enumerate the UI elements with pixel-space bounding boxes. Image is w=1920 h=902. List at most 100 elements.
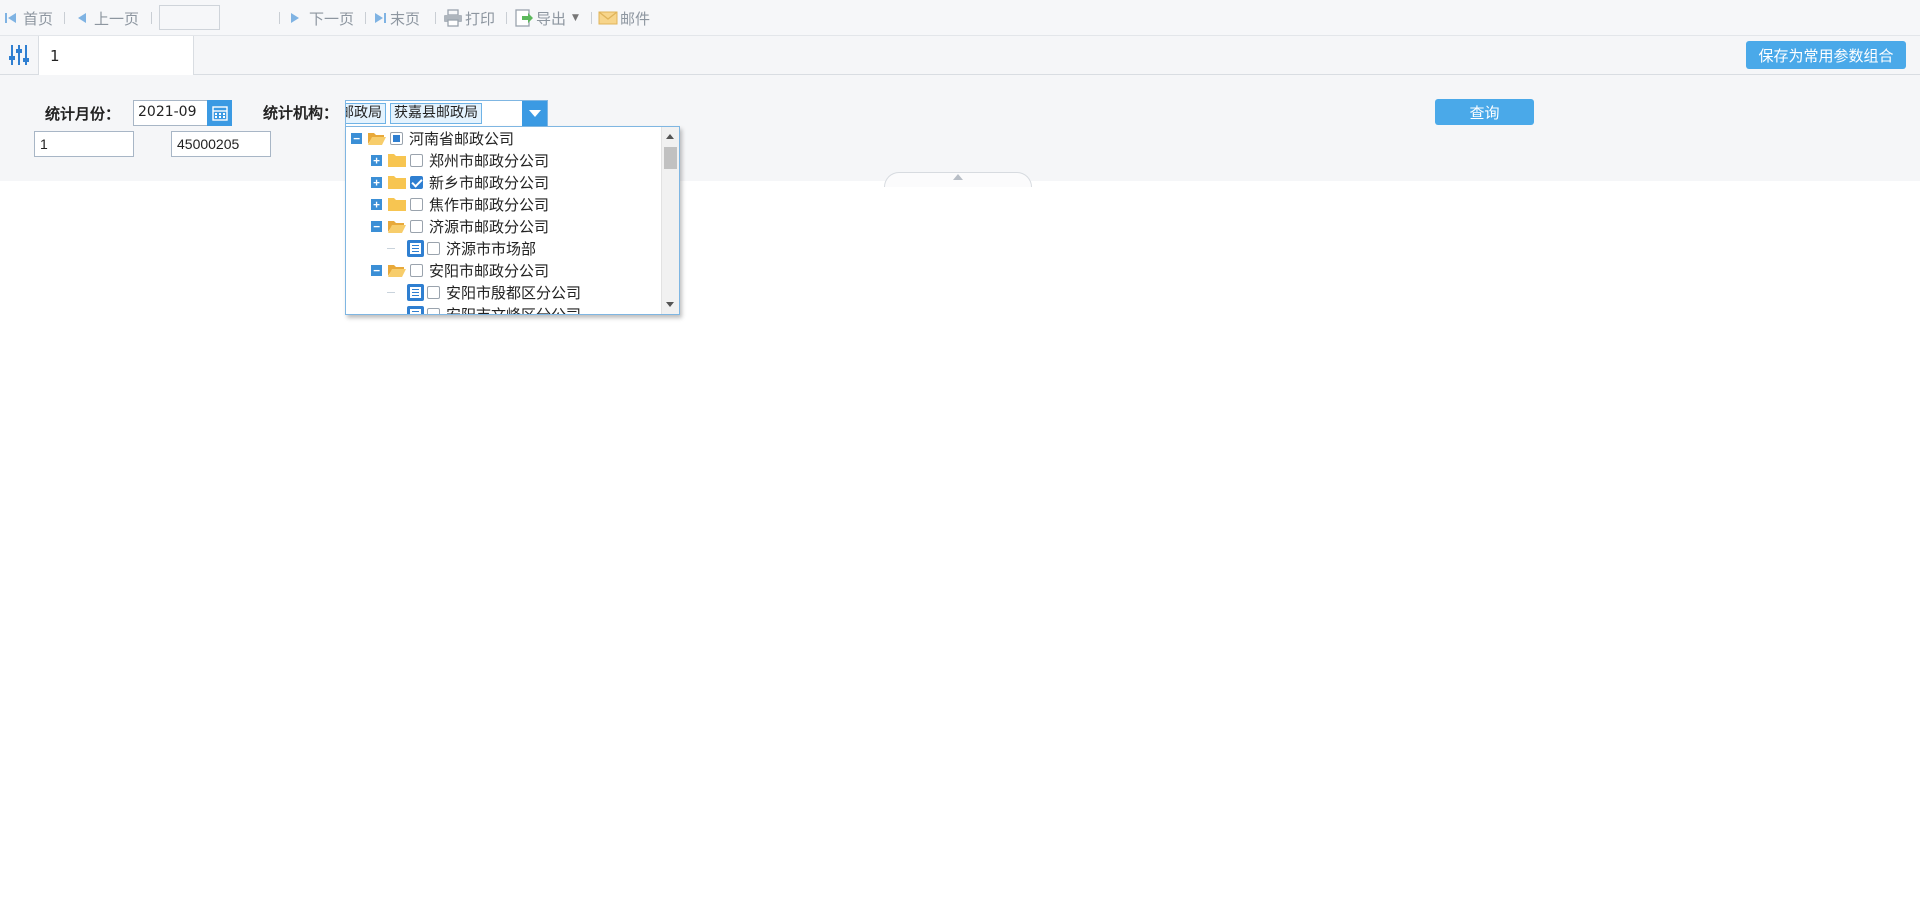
collapse-icon[interactable]: − [371, 264, 382, 276]
prev-page-icon [78, 13, 86, 23]
expand-icon[interactable]: + [371, 176, 382, 188]
next-page-button[interactable]: 下一页 [289, 8, 354, 28]
folder-open-icon [388, 221, 406, 233]
scrollbar-thumb[interactable] [664, 147, 677, 169]
chevron-down-icon: ▼ [572, 13, 579, 23]
next-page-label: 下一页 [309, 9, 355, 28]
toolbar-divider [435, 12, 436, 24]
collapse-icon[interactable]: − [371, 220, 382, 232]
dropdown-arrow-icon[interactable] [522, 101, 547, 126]
last-page-label: 末页 [390, 9, 421, 28]
page-number-input[interactable] [159, 5, 220, 30]
org-tag[interactable]: 获嘉县邮政局 [390, 103, 482, 124]
scroll-up-icon[interactable] [666, 134, 674, 139]
toolbar-divider [64, 12, 65, 24]
document-icon [407, 283, 424, 301]
month-date-field[interactable]: 2021-09 [133, 100, 232, 126]
first-page-icon [5, 13, 16, 23]
tree-node-label: 安阳市殷都区分公司 [446, 283, 582, 302]
toolbar-divider [151, 12, 152, 24]
tree-node[interactable]: 安阳市殷都区分公司 [407, 281, 581, 303]
org-tag[interactable]: 邮政局 [346, 103, 386, 124]
tree-node-label: 新乡市邮政分公司 [429, 173, 550, 192]
tree-checkbox[interactable] [410, 153, 423, 167]
last-page-button[interactable]: 末页 [373, 8, 420, 28]
expand-icon[interactable]: + [371, 198, 382, 210]
last-page-icon [375, 13, 386, 23]
expand-icon[interactable]: + [371, 154, 382, 166]
param-set-tab[interactable]: 1 [38, 36, 194, 75]
toolbar-divider [279, 12, 280, 24]
scroll-down-icon[interactable] [666, 302, 674, 307]
folder-icon [388, 176, 406, 189]
folder-icon [388, 154, 406, 167]
tree-scrollbar[interactable] [661, 127, 679, 314]
tree-checkbox[interactable] [410, 175, 423, 189]
org-label: 统计机构： [263, 104, 339, 122]
tree-node-label: 河南省邮政公司 [409, 129, 515, 148]
mail-button[interactable]: 邮件 [598, 8, 650, 28]
tree-node[interactable]: + 新乡市邮政分公司 [371, 171, 549, 193]
folder-icon [388, 198, 406, 211]
param-set-tab-label: 1 [50, 46, 60, 65]
first-page-button[interactable]: 首页 [4, 8, 53, 28]
mail-icon [598, 11, 618, 25]
print-button[interactable]: 打印 [443, 8, 495, 28]
tree-node[interactable]: + 焦作市邮政分公司 [371, 193, 549, 215]
document-icon [407, 239, 424, 257]
tree-checkbox[interactable] [410, 263, 423, 277]
tree-checkbox[interactable] [390, 131, 403, 145]
calendar-icon[interactable] [207, 100, 232, 126]
tree-node-label: 济源市市场部 [446, 239, 537, 258]
month-label: 统计月份： [45, 105, 121, 123]
month-date-value: 2021-09 [138, 104, 197, 120]
folder-open-icon [368, 133, 386, 145]
first-page-label: 首页 [23, 9, 54, 28]
tree-checkbox[interactable] [427, 241, 440, 255]
tree-checkbox[interactable] [427, 285, 440, 299]
export-icon [515, 9, 533, 27]
tree-checkbox[interactable] [410, 219, 423, 233]
export-label: 导出 [536, 9, 567, 28]
printer-icon [444, 9, 462, 27]
org-multiselect[interactable]: 邮政局 获嘉县邮政局 [345, 100, 548, 127]
toolbar-divider [506, 12, 507, 24]
tree-checkbox[interactable] [427, 307, 440, 314]
document-icon [407, 305, 424, 314]
tree-node-label: 济源市邮政分公司 [429, 217, 550, 236]
param-input-1[interactable] [34, 131, 134, 157]
query-button[interactable]: 查询 [1435, 99, 1534, 125]
print-label: 打印 [465, 9, 496, 28]
param-input-2[interactable] [171, 131, 271, 157]
tree-connector [387, 292, 395, 293]
filter-settings-icon[interactable] [8, 44, 30, 70]
mail-label: 邮件 [620, 9, 651, 28]
prev-page-button[interactable]: 上一页 [76, 8, 139, 28]
collapse-icon[interactable]: − [351, 132, 362, 144]
query-form: 统计月份： 2021-09 统计机构： 邮政局 获嘉县邮政局 查询 [0, 75, 1920, 187]
prev-page-label: 上一页 [94, 9, 140, 28]
tree-node[interactable]: − 安阳市邮政分公司 [371, 259, 549, 281]
tree-node-label: 安阳市邮政分公司 [429, 261, 550, 280]
toolbar-divider [591, 12, 592, 24]
org-tree-dropdown: − 河南省邮政公司 + 郑州市邮政分公司 + 新乡市邮政分公司 + 焦作市邮政分… [345, 126, 680, 315]
tree-node[interactable]: + 郑州市邮政分公司 [371, 149, 549, 171]
report-toolbar: 首页 上一页 下一页 末页 打印 导出 ▼ 邮件 [0, 0, 1920, 36]
save-param-combo-button[interactable]: 保存为常用参数组合 [1746, 41, 1906, 69]
tree-node[interactable]: − 河南省邮政公司 [351, 127, 514, 149]
tree-node[interactable]: 济源市市场部 [407, 237, 536, 259]
collapse-toggle[interactable] [884, 172, 1032, 187]
folder-open-icon [388, 265, 406, 277]
tree-node[interactable]: 安阳市文峰区分公司 [407, 303, 582, 315]
tree-connector [387, 248, 395, 249]
parameter-bar: 1 保存为常用参数组合 [0, 36, 1920, 75]
tree-node-label: 安阳市文峰区分公司 [446, 305, 582, 315]
tree-node[interactable]: − 济源市邮政分公司 [371, 215, 549, 237]
tree-node-label: 焦作市邮政分公司 [429, 195, 550, 214]
tree-node-label: 郑州市邮政分公司 [429, 151, 550, 170]
next-page-icon [291, 13, 299, 23]
tree-checkbox[interactable] [410, 197, 423, 211]
export-button[interactable]: 导出 ▼ [514, 8, 579, 28]
toolbar-divider [365, 12, 366, 24]
collapse-up-icon [953, 174, 963, 180]
